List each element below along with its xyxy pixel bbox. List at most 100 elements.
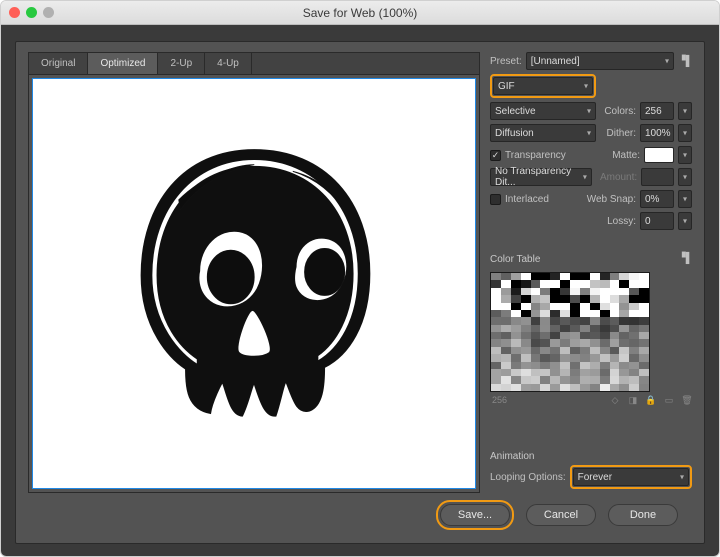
- color-swatch[interactable]: [491, 347, 501, 354]
- color-swatch[interactable]: [540, 362, 550, 369]
- color-swatch[interactable]: [511, 384, 521, 391]
- color-swatch[interactable]: [610, 280, 620, 287]
- color-swatch[interactable]: [600, 273, 610, 280]
- color-swatch[interactable]: [521, 310, 531, 317]
- color-swatch[interactable]: [491, 339, 501, 346]
- color-swatch[interactable]: [501, 295, 511, 302]
- color-swatch[interactable]: [531, 280, 541, 287]
- color-swatch[interactable]: [511, 325, 521, 332]
- color-swatch[interactable]: [560, 362, 570, 369]
- color-swatch[interactable]: [610, 310, 620, 317]
- delete-color-icon[interactable]: 🗑: [682, 395, 692, 405]
- color-swatch[interactable]: [610, 384, 620, 391]
- color-swatch[interactable]: [580, 384, 590, 391]
- color-swatch[interactable]: [531, 376, 541, 383]
- format-dropdown[interactable]: GIF ▾: [493, 77, 593, 95]
- color-swatch[interactable]: [550, 384, 560, 391]
- color-swatch[interactable]: [511, 273, 521, 280]
- color-swatch[interactable]: [610, 332, 620, 339]
- color-swatch[interactable]: [540, 376, 550, 383]
- color-swatch[interactable]: [590, 317, 600, 324]
- color-swatch[interactable]: [590, 280, 600, 287]
- color-swatch[interactable]: [629, 339, 639, 346]
- color-swatch[interactable]: [521, 384, 531, 391]
- color-swatch[interactable]: [590, 273, 600, 280]
- color-swatch[interactable]: [550, 310, 560, 317]
- color-swatch[interactable]: [570, 332, 580, 339]
- looping-options-dropdown[interactable]: Forever ▾: [573, 468, 689, 486]
- color-swatch[interactable]: [511, 310, 521, 317]
- color-swatch[interactable]: [540, 347, 550, 354]
- cancel-button[interactable]: Cancel: [526, 504, 596, 526]
- color-swatch[interactable]: [629, 303, 639, 310]
- color-swatch[interactable]: [580, 288, 590, 295]
- color-swatch[interactable]: [590, 325, 600, 332]
- color-swatch[interactable]: [550, 332, 560, 339]
- color-swatch[interactable]: [639, 347, 649, 354]
- color-swatch[interactable]: [619, 310, 629, 317]
- color-swatch[interactable]: [600, 332, 610, 339]
- color-swatch[interactable]: [501, 362, 511, 369]
- color-swatch[interactable]: [610, 354, 620, 361]
- color-swatch[interactable]: [580, 339, 590, 346]
- color-swatch[interactable]: [590, 295, 600, 302]
- color-swatch[interactable]: [491, 325, 501, 332]
- preset-dropdown[interactable]: [Unnamed] ▾: [526, 52, 674, 70]
- color-swatch[interactable]: [619, 376, 629, 383]
- color-reduction-dropdown[interactable]: Selective ▾: [490, 102, 596, 120]
- color-swatch[interactable]: [619, 317, 629, 324]
- color-swatch[interactable]: [540, 317, 550, 324]
- dither-stepper[interactable]: ▾: [678, 124, 692, 142]
- color-swatch[interactable]: [610, 362, 620, 369]
- color-swatch[interactable]: [560, 317, 570, 324]
- color-swatch[interactable]: [639, 310, 649, 317]
- color-swatch[interactable]: [610, 317, 620, 324]
- color-swatch[interactable]: [639, 384, 649, 391]
- color-swatch[interactable]: [629, 384, 639, 391]
- color-swatch[interactable]: [629, 332, 639, 339]
- color-swatch[interactable]: [501, 339, 511, 346]
- color-swatch[interactable]: [521, 339, 531, 346]
- interlaced-checkbox[interactable]: [490, 194, 501, 205]
- colors-input[interactable]: 256: [640, 102, 674, 120]
- color-swatch[interactable]: [501, 273, 511, 280]
- color-swatch[interactable]: [600, 339, 610, 346]
- color-swatch[interactable]: [629, 295, 639, 302]
- shift-color-icon[interactable]: ◨: [628, 395, 638, 405]
- color-swatch[interactable]: [639, 280, 649, 287]
- color-swatch[interactable]: [521, 325, 531, 332]
- color-swatch[interactable]: [580, 280, 590, 287]
- color-swatch[interactable]: [550, 288, 560, 295]
- color-swatch[interactable]: [629, 325, 639, 332]
- color-swatch[interactable]: [501, 288, 511, 295]
- color-swatch[interactable]: [531, 310, 541, 317]
- color-swatch[interactable]: [521, 280, 531, 287]
- color-swatch[interactable]: [639, 325, 649, 332]
- color-swatch[interactable]: [570, 295, 580, 302]
- color-swatch[interactable]: [531, 303, 541, 310]
- color-swatch[interactable]: [531, 354, 541, 361]
- color-swatch[interactable]: [511, 317, 521, 324]
- color-swatch[interactable]: [590, 339, 600, 346]
- color-swatch[interactable]: [511, 347, 521, 354]
- color-swatch[interactable]: [540, 295, 550, 302]
- color-swatch[interactable]: [619, 325, 629, 332]
- color-swatch[interactable]: [521, 288, 531, 295]
- color-swatch[interactable]: [560, 288, 570, 295]
- color-swatch[interactable]: [521, 332, 531, 339]
- color-swatch[interactable]: [531, 273, 541, 280]
- color-swatch[interactable]: [550, 295, 560, 302]
- color-swatch[interactable]: [550, 369, 560, 376]
- color-swatch[interactable]: [531, 339, 541, 346]
- color-swatch[interactable]: [511, 369, 521, 376]
- color-swatch[interactable]: [540, 273, 550, 280]
- color-swatch[interactable]: [600, 288, 610, 295]
- color-swatch[interactable]: [531, 332, 541, 339]
- save-button[interactable]: Save...: [440, 504, 510, 526]
- color-swatch[interactable]: [570, 384, 580, 391]
- color-swatch[interactable]: [570, 362, 580, 369]
- color-swatch[interactable]: [619, 288, 629, 295]
- preset-flyout-menu[interactable]: ▝▌: [678, 56, 692, 67]
- color-swatch[interactable]: [610, 347, 620, 354]
- color-swatch[interactable]: [639, 354, 649, 361]
